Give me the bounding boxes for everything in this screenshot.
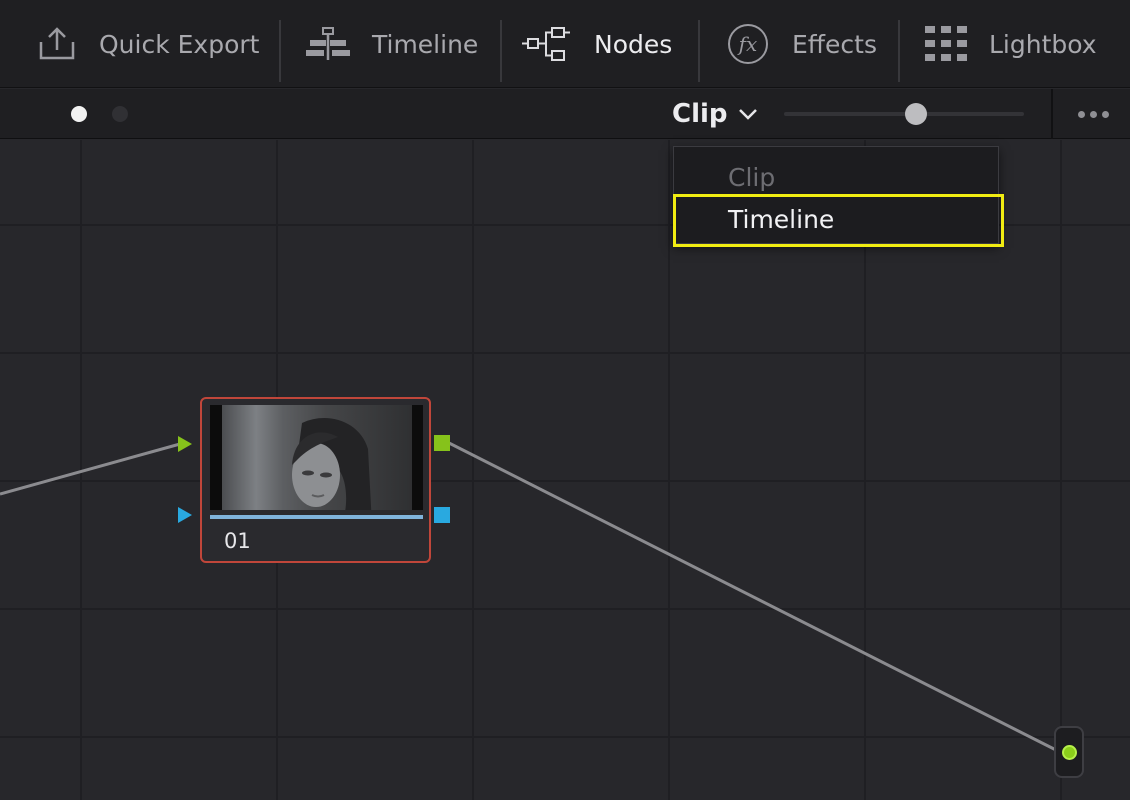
page-dot-active[interactable]: [71, 106, 87, 122]
rgb-output-port[interactable]: [434, 435, 450, 451]
page-dot[interactable]: [112, 106, 128, 122]
page-toolbar: Quick Export Timeline Nodes fx Effects L…: [0, 0, 1130, 88]
dropdown-option-clip[interactable]: Clip: [674, 155, 998, 199]
node-number-label: 01: [224, 529, 251, 553]
more-dot-icon: [1077, 110, 1085, 118]
alpha-input-port[interactable]: [178, 507, 192, 523]
toolbar-divider: [898, 20, 900, 82]
rgb-input-port[interactable]: [178, 436, 192, 452]
more-options-button[interactable]: [1066, 100, 1120, 128]
quick-export-icon: [39, 27, 75, 60]
dropdown-option-timeline[interactable]: Timeline: [674, 197, 998, 241]
alpha-output-port[interactable]: [434, 507, 450, 523]
toolbar-divider: [500, 20, 502, 82]
svg-text:fx: fx: [737, 32, 758, 56]
lightbox-icon: [925, 26, 967, 61]
effects-label: Effects: [792, 29, 877, 59]
quick-export-label: Quick Export: [99, 29, 260, 59]
zoom-slider-track[interactable]: [784, 112, 1024, 116]
output-port-icon: [1062, 745, 1077, 760]
node-thumbnail: [210, 405, 423, 510]
node-progress-bar: [210, 515, 423, 519]
rgb-output-node[interactable]: [1054, 726, 1084, 778]
toolbar-divider: [279, 20, 281, 82]
lightbox-label: Lightbox: [989, 29, 1097, 59]
chevron-down-icon: [738, 109, 757, 120]
header-divider: [1051, 89, 1053, 139]
more-dot-icon: [1089, 110, 1097, 118]
fx-icon: fx: [728, 24, 768, 64]
nodes-icon: [522, 27, 570, 61]
lightbox-button[interactable]: Lightbox: [925, 0, 1097, 88]
nodes-label: Nodes: [594, 29, 673, 59]
timeline-label: Timeline: [372, 29, 479, 59]
effects-button[interactable]: fx Effects: [726, 0, 877, 88]
node-mode-value: Clip: [672, 99, 728, 129]
node-mode-select[interactable]: Clip: [672, 97, 758, 131]
node-thumbnail-image: [292, 418, 372, 510]
timeline-icon: [306, 27, 350, 60]
serial-node-01[interactable]: 01: [200, 397, 431, 563]
timeline-button[interactable]: Timeline: [306, 0, 478, 88]
quick-export-button[interactable]: Quick Export: [37, 0, 259, 88]
toolbar-divider: [698, 20, 700, 82]
zoom-slider-handle[interactable]: [905, 103, 927, 125]
node-mode-dropdown-menu: Clip Timeline: [673, 146, 999, 244]
nodes-button[interactable]: Nodes: [522, 0, 672, 88]
more-dot-icon: [1101, 110, 1109, 118]
